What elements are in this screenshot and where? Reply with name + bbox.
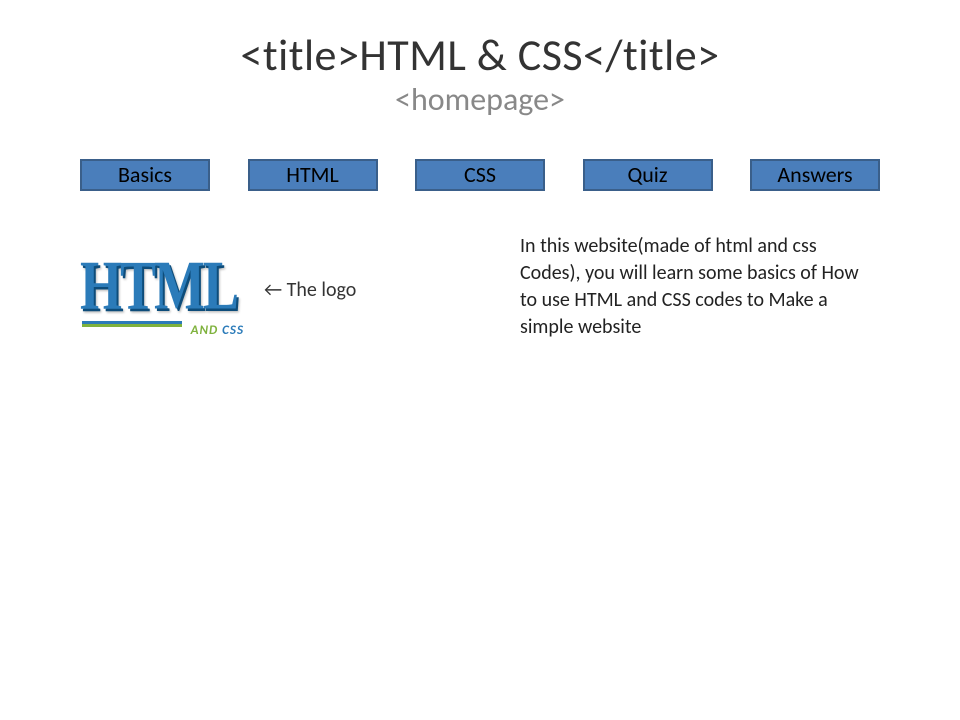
page-subtitle: <homepage> (0, 80, 960, 119)
logo-area: HTML AND CSS ← The logo (80, 239, 356, 341)
nav-quiz[interactable]: Quiz (583, 159, 713, 191)
logo-caption: ← The logo (264, 278, 356, 302)
header: <title>HTML & CSS</title> <homepage> (0, 0, 960, 119)
logo-underline (82, 321, 182, 324)
logo-text-and: AND (191, 323, 223, 338)
logo-text-html: HTML (80, 245, 237, 326)
nav-answers[interactable]: Answers (750, 159, 880, 191)
content-area: HTML AND CSS ← The logo In this website(… (0, 239, 960, 341)
nav-bar: Basics HTML CSS Quiz Answers (80, 159, 880, 191)
logo-image: HTML AND CSS (80, 248, 250, 332)
description-text: In this website(made of html and css Cod… (520, 233, 880, 341)
page-title: <title>HTML & CSS</title> (0, 28, 960, 82)
nav-css[interactable]: CSS (415, 159, 545, 191)
nav-basics[interactable]: Basics (80, 159, 210, 191)
logo-text-css-small: CSS (222, 323, 244, 338)
nav-html[interactable]: HTML (248, 159, 378, 191)
logo-text-andcss: AND CSS (191, 323, 244, 338)
